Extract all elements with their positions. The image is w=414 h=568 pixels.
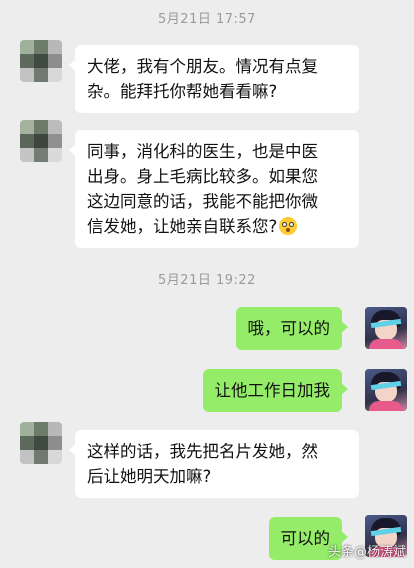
contact-avatar[interactable]	[20, 40, 62, 82]
message-text-line: 出身。身上毛病比较多。如果您	[87, 167, 318, 186]
message-bubble[interactable]: 让他工作日加我	[202, 369, 348, 412]
contact-avatar[interactable]	[20, 120, 62, 162]
message-bubble[interactable]: 这样的话，我先把名片发她，然 后让她明天加嘛?	[69, 430, 359, 498]
message-bubble[interactable]: 大佬，我有个朋友。情况有点复 杂。能拜托你帮她看看嘛?	[69, 45, 359, 113]
watermark: 头条@杨涛斌	[327, 545, 406, 560]
message-text-line: 大佬，我有个朋友。情况有点复	[87, 57, 318, 76]
message-text-line: 同事，消化科的医生，也是中医	[87, 142, 318, 161]
message-text-line: 后让她明天加嘛?	[87, 467, 212, 486]
message-bubble[interactable]: 同事，消化科的医生，也是中医 出身。身上毛病比较多。如果您 这边同意的话，我能不…	[69, 130, 359, 248]
message-bubble[interactable]: 哦，可以的	[235, 307, 348, 350]
timestamp: 5月21日 17:57	[158, 12, 256, 27]
flushed-face-icon	[279, 217, 298, 235]
message-text-line: 信发她，让她亲自联系您?	[87, 217, 278, 236]
message-text-line: 杂。能拜托你帮她看看嘛?	[87, 82, 278, 101]
message-text-line: 这样的话，我先把名片发她，然	[87, 442, 318, 461]
user-avatar[interactable]	[365, 307, 407, 349]
message-text-line: 这边同意的话，我能不能把你微	[87, 192, 318, 211]
user-avatar[interactable]	[365, 369, 407, 411]
timestamp: 5月21日 19:22	[158, 273, 256, 288]
contact-avatar[interactable]	[20, 422, 62, 464]
